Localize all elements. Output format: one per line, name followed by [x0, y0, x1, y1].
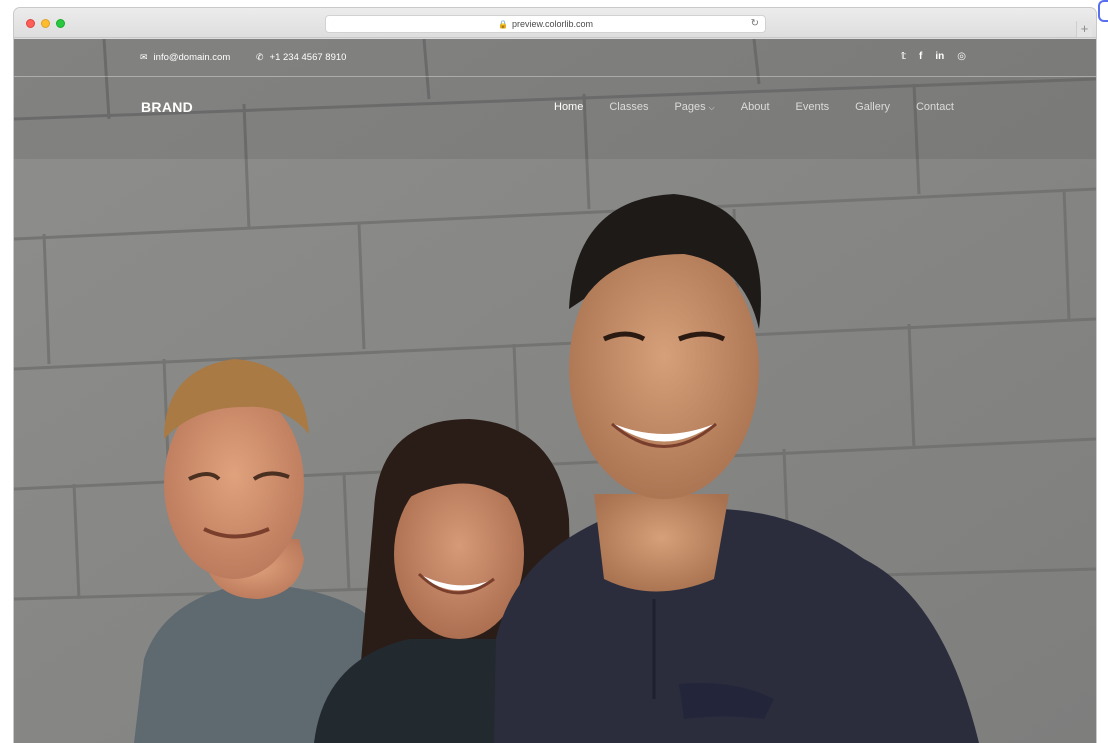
- nav-item-contact[interactable]: Contact: [916, 101, 954, 113]
- nav-menu: Home Classes Pages ⌵ About Events Gallery…: [554, 101, 980, 113]
- browser-titlebar: 🔒 preview.colorlib.com ↻ +: [14, 8, 1096, 38]
- main-navbar: BRAND Home Classes Pages ⌵ About Events G…: [14, 97, 1096, 121]
- minimize-window-button[interactable]: [41, 19, 50, 28]
- chevron-down-icon: ⌵: [708, 103, 715, 112]
- email-text: info@domain.com: [153, 52, 231, 63]
- phone-text: +1 234 4567 8910: [269, 52, 347, 63]
- lock-icon: 🔒: [498, 19, 508, 29]
- email-contact[interactable]: ✉ info@domain.com: [140, 52, 230, 63]
- new-tab-button[interactable]: +: [1076, 21, 1092, 37]
- extension-badge-icon[interactable]: [1098, 0, 1108, 22]
- zoom-window-button[interactable]: [56, 19, 65, 28]
- hero-photo: [14, 39, 1096, 743]
- nav-item-pages[interactable]: Pages ⌵: [674, 101, 714, 113]
- web-page: ✉ info@domain.com ✆ +1 234 4567 8910 𝕥 f…: [14, 39, 1096, 743]
- reload-icon[interactable]: ↻: [751, 18, 759, 29]
- social-links: 𝕥 f in ◎: [901, 51, 966, 62]
- nav-item-about[interactable]: About: [741, 101, 770, 113]
- nav-item-pages-label: Pages: [674, 101, 706, 113]
- envelope-icon: ✉: [140, 52, 148, 62]
- close-window-button[interactable]: [26, 19, 35, 28]
- brand-logo[interactable]: BRAND: [141, 99, 193, 115]
- facebook-icon[interactable]: f: [919, 51, 922, 62]
- browser-window: 🔒 preview.colorlib.com ↻ + ✉ info@domain…: [14, 8, 1096, 743]
- nav-item-home[interactable]: Home: [554, 101, 583, 113]
- nav-item-classes[interactable]: Classes: [609, 101, 648, 113]
- instagram-icon[interactable]: ◎: [957, 51, 966, 62]
- twitter-icon[interactable]: 𝕥: [901, 51, 906, 62]
- phone-icon: ✆: [256, 52, 264, 62]
- address-bar[interactable]: 🔒 preview.colorlib.com ↻: [325, 15, 766, 33]
- top-contact-bar: ✉ info@domain.com ✆ +1 234 4567 8910 𝕥 f…: [14, 39, 1096, 77]
- phone-contact[interactable]: ✆ +1 234 4567 8910: [256, 52, 346, 63]
- nav-item-gallery[interactable]: Gallery: [855, 101, 890, 113]
- url-text: preview.colorlib.com: [511, 19, 593, 29]
- linkedin-icon[interactable]: in: [935, 51, 944, 62]
- nav-item-events[interactable]: Events: [796, 101, 830, 113]
